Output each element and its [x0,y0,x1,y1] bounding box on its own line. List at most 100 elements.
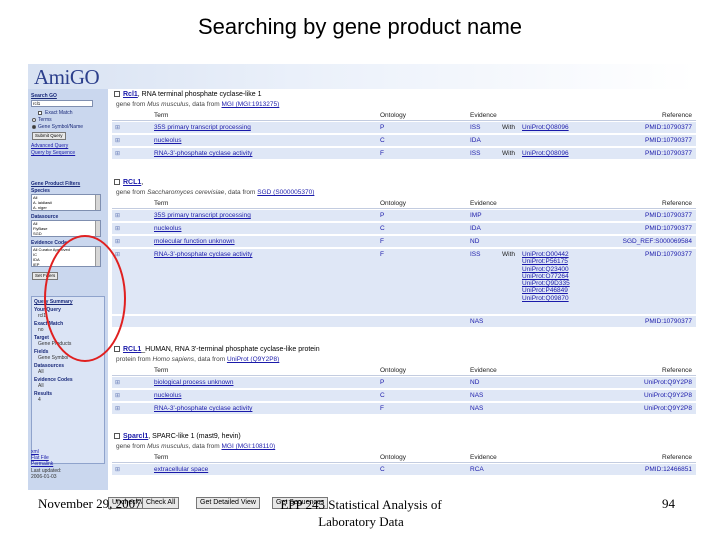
summary-value: All [38,383,44,389]
reference-link[interactable]: PMID:10790377 [645,318,692,325]
footer-course: EPP 245 Statistical Analysis of Laborato… [272,496,450,530]
species-name: Homo sapiens [152,356,195,363]
tree-icon[interactable]: ⊞ [115,137,120,144]
tree-icon[interactable]: ⊞ [115,466,120,473]
ontology-code: C [380,225,385,232]
term-link[interactable]: RNA-3'-phosphate cyclase activity [154,150,252,157]
term-link[interactable]: 35S primary transcript processing [154,212,251,219]
term-link[interactable]: RNA-3'-phosphate cyclase activity [154,251,252,258]
tree-icon[interactable]: ⊞ [115,405,120,412]
select-checkbox[interactable] [114,91,120,97]
evidence-code[interactable]: ISS [470,251,480,258]
gene-symbol-link[interactable]: RCL1 [123,179,141,186]
header-term: Term [154,454,169,461]
submit-query-button[interactable]: Submit Query [32,132,66,140]
with-link[interactable]: UniProt:Q9D335 [522,280,570,287]
advanced-query-link[interactable]: Advanced Query [31,143,68,149]
select-checkbox[interactable] [114,433,120,439]
species-scrollbar[interactable] [95,195,100,210]
term-link[interactable]: biological process unknown [154,379,234,386]
term-link[interactable]: nucleolus [154,225,181,232]
gene-radio[interactable] [32,125,36,129]
term-link[interactable]: nucleolus [154,392,181,399]
permalink-link[interactable]: Permalink [31,461,53,467]
reference-link[interactable]: UniProt:Q9Y2P8 [644,379,692,386]
evidence-code[interactable]: RCA [470,466,484,473]
search-input[interactable]: rcl1 [31,100,93,107]
with-link[interactable]: UniProt:P56175 [522,258,570,265]
summary-value: Gene Symbol [38,355,69,361]
tree-icon[interactable]: ⊞ [115,238,120,245]
header-ontology: Ontology [380,200,407,207]
tree-icon[interactable]: ⊞ [115,212,120,219]
evidence-code[interactable]: IMP [470,212,482,219]
evidence-code[interactable]: ISS [470,150,480,157]
tree-icon[interactable]: ⊞ [115,225,120,232]
datasource-select[interactable]: All FlyBase SGD [31,220,101,237]
result-source: gene from Mus musculus, data from MGI (M… [116,443,275,450]
evidence-code[interactable]: NAS [470,318,483,325]
source-link[interactable]: SGD (S000005370) [257,189,314,196]
evidence-code[interactable]: IDA [470,137,481,144]
reference-link[interactable]: PMID:10790377 [645,212,692,219]
tree-icon[interactable]: ⊞ [115,392,120,399]
table-row: ⊞ 35S primary transcript processing P IS… [112,122,696,134]
evidence-code[interactable]: NAS [470,392,483,399]
reference-link[interactable]: SGD_REF:S000069584 [623,238,692,245]
table-row: ⊞ biological process unknown P ND UniPro… [112,377,696,389]
check-all-button[interactable]: Check All [142,497,180,509]
evidence-code[interactable]: ND [470,238,479,245]
header-term: Term [154,367,169,374]
with-link[interactable]: UniProt:Q08096 [522,124,569,131]
evidence-code[interactable]: IDA [470,225,481,232]
gene-symbol-link[interactable]: Rcl1 [123,91,138,98]
ontology-code: F [380,405,384,412]
with-link[interactable]: UniProt:Q09870 [522,295,570,302]
reference-link[interactable]: PMID:10790377 [645,225,692,232]
source-link[interactable]: UniProt (Q9Y2P8) [227,356,279,363]
reference-link[interactable]: UniProt:Q9Y2P8 [644,392,692,399]
with-link[interactable]: UniProt:O77264 [522,273,570,280]
reference-link[interactable]: PMID:10790377 [645,251,692,258]
footer-date: November 29, 2007 [38,496,142,511]
gene-name: _HUMAN, RNA 3'-terminal phosphate cyclas… [141,346,320,353]
source-link[interactable]: MGI (MGI:108110) [222,443,276,450]
evidence-code[interactable]: NAS [470,405,483,412]
tree-icon[interactable]: ⊞ [115,124,120,131]
reference-link[interactable]: PMID:10790377 [645,124,692,131]
exact-match-checkbox[interactable] [38,111,42,115]
result-title: RCL1_HUMAN, RNA 3'-terminal phosphate cy… [114,346,320,353]
tree-icon[interactable]: ⊞ [115,379,120,386]
with-link[interactable]: UniProt:P46849 [522,287,570,294]
species-select[interactable]: All A. laidlawii A. niger [31,194,101,211]
ontology-code: F [380,251,384,258]
term-link[interactable]: nucleolus [154,137,181,144]
reference-link[interactable]: UniProt:Q9Y2P8 [644,405,692,412]
select-checkbox[interactable] [114,346,120,352]
reference-link[interactable]: PMID:10790377 [645,150,692,157]
detailed-view-button[interactable]: Get Detailed View [196,497,260,509]
term-link[interactable]: molecular function unknown [154,238,235,245]
term-link[interactable]: 35S primary transcript processing [154,124,251,131]
with-link[interactable]: UniProt:Q23400 [522,266,570,273]
gene-symbol-link[interactable]: Sparcl1 [123,433,148,440]
reference-link[interactable]: PMID:12466851 [645,466,692,473]
select-checkbox[interactable] [114,179,120,185]
query-by-sequence-link[interactable]: Query by Sequence [31,150,75,156]
reference-link[interactable]: PMID:10790377 [645,137,692,144]
with-link[interactable]: UniProt:Q08096 [522,150,569,157]
terms-label: Terms [38,117,52,123]
terms-radio[interactable] [32,118,36,122]
term-link[interactable]: RNA-3'-phosphate cyclase activity [154,405,252,412]
species-option[interactable]: A. niger [33,205,100,210]
page-number: 94 [662,496,675,511]
tree-icon[interactable]: ⊞ [115,150,120,157]
table-row: ⊞ RNA-3'-phosphate cyclase activity F IS… [112,148,696,160]
evidence-code[interactable]: ND [470,379,479,386]
gene-symbol-link[interactable]: RCL1 [123,346,141,353]
datasource-scrollbar[interactable] [95,221,100,236]
evidence-code[interactable]: ISS [470,124,480,131]
source-link[interactable]: MGI (MGI:1913275) [222,101,280,108]
term-link[interactable]: extracellular space [154,466,208,473]
with-link[interactable]: UniProt:O00442 [522,251,570,258]
